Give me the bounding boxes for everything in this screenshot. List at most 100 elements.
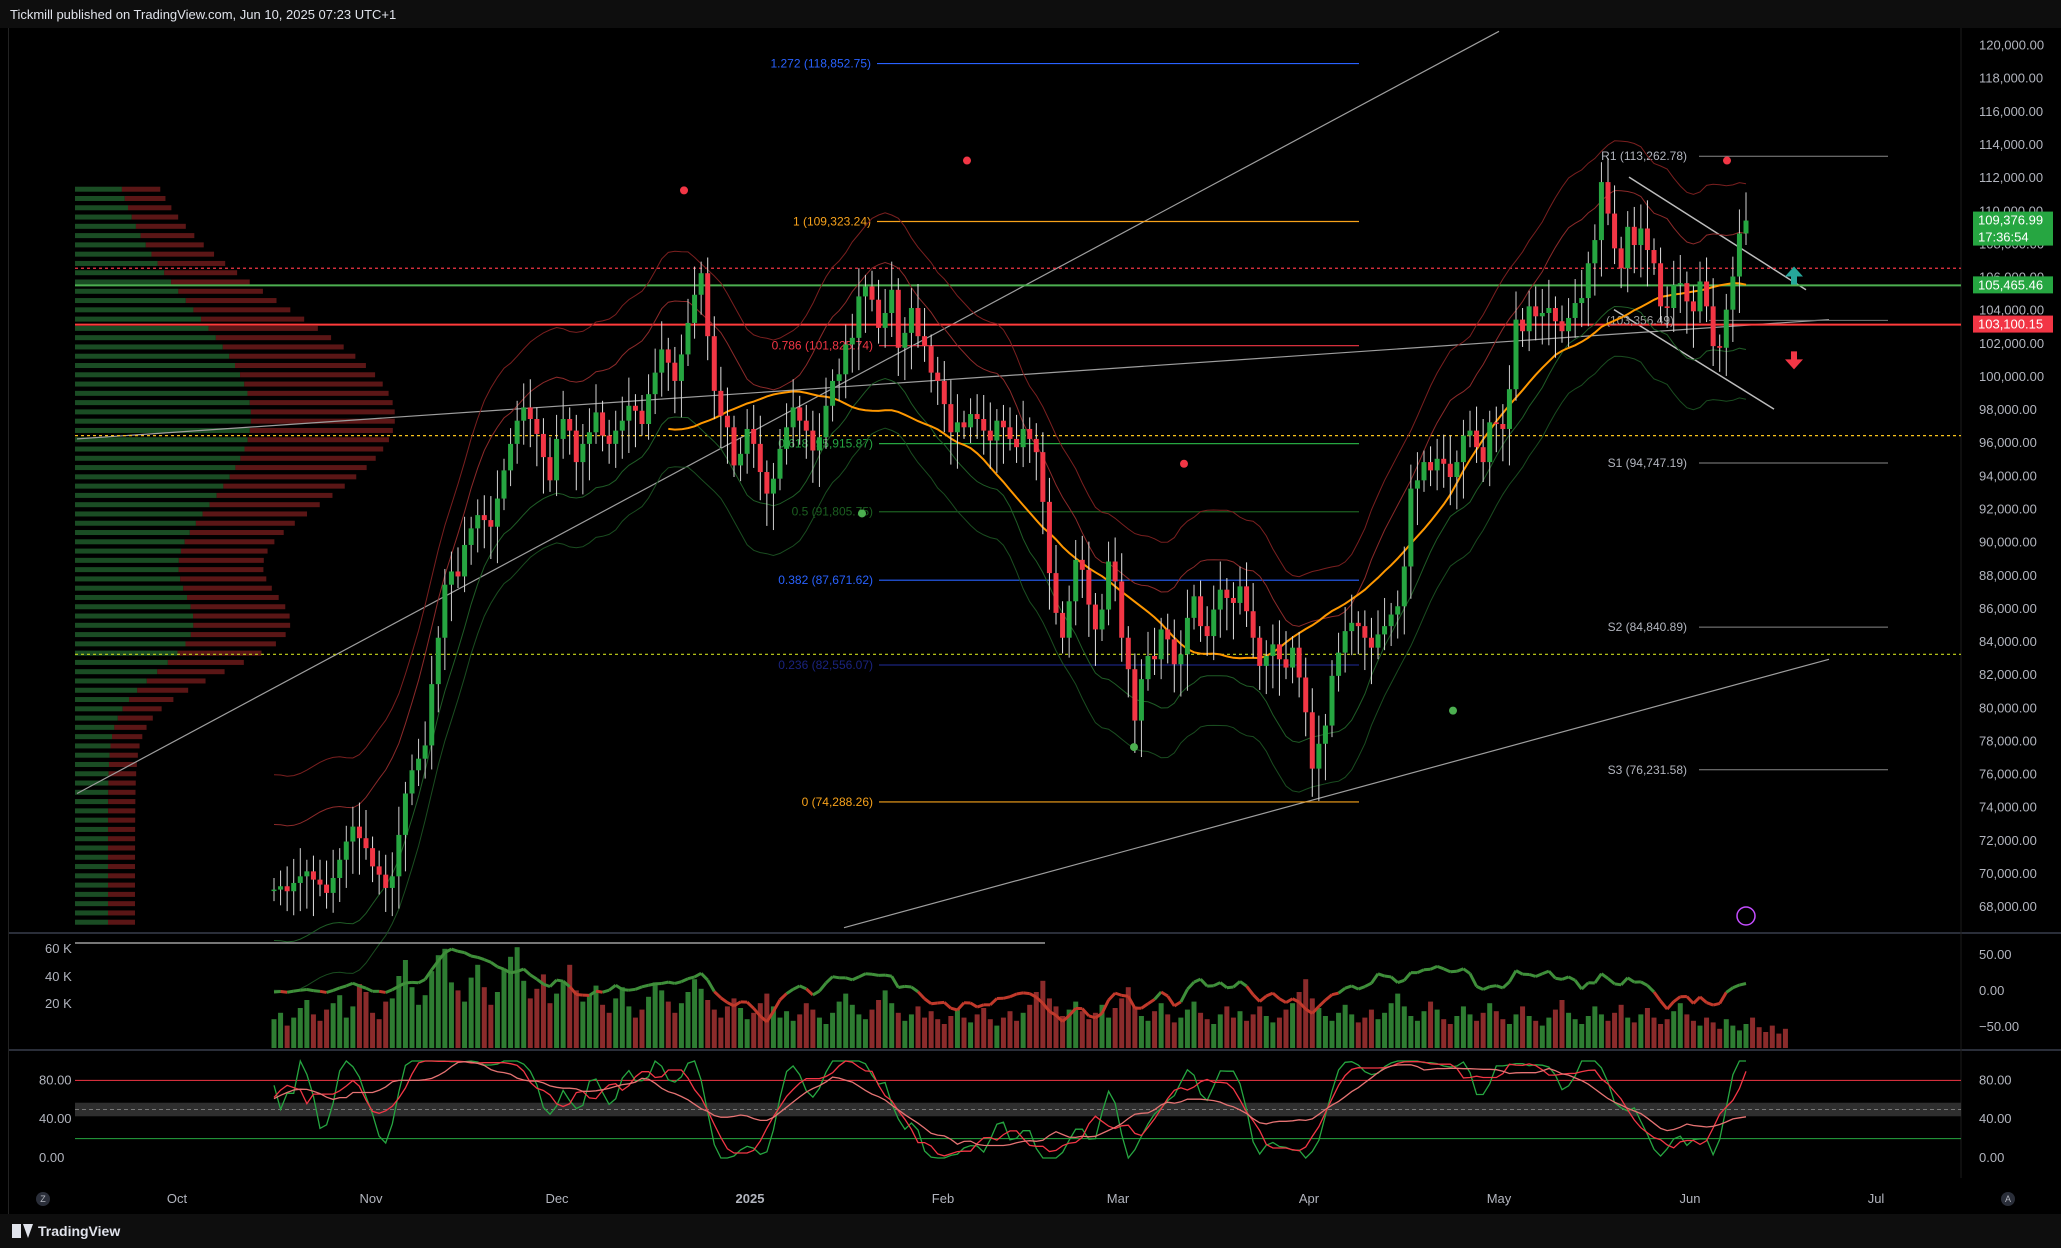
volume-bar <box>1546 1017 1552 1048</box>
momentum-line-segment <box>832 975 840 980</box>
volume-profile-bar <box>75 214 132 220</box>
candle-body <box>672 362 678 381</box>
volume-profile-bar <box>108 845 136 851</box>
zoom-reset-button[interactable]: Z <box>36 1192 50 1206</box>
candle-body <box>1178 654 1184 665</box>
volume-bar <box>1677 1003 1683 1048</box>
volume-bar <box>1401 1006 1407 1048</box>
momentum-line-segment <box>1468 972 1478 988</box>
volume-bar <box>343 1017 349 1048</box>
volume-bar <box>501 969 507 1048</box>
candle-body <box>1447 463 1453 478</box>
lightning-icon <box>1736 906 1756 926</box>
candle-body <box>711 336 717 391</box>
momentum-line-segment <box>490 961 499 969</box>
volume-profile-bar <box>178 557 264 563</box>
volume-bar <box>613 998 619 1048</box>
candle-body <box>1237 586 1243 603</box>
volume-profile-bar <box>178 288 263 294</box>
volume-profile-bar <box>108 864 136 870</box>
volume-bar <box>1480 1012 1486 1048</box>
candle-body <box>383 874 389 888</box>
publisher-text: Tickmill published on TradingView.com, J… <box>10 7 397 22</box>
volume-profile-bar <box>108 826 136 832</box>
candle-body <box>1474 430 1480 448</box>
pivot-label: S3 (76,231.58) <box>1608 763 1687 777</box>
volume-bar <box>494 992 500 1048</box>
volume-profile-bar <box>75 548 181 554</box>
chart-area[interactable]: 120,000.00 118,000.00 116,000.00 114,000.00… <box>8 28 2061 1214</box>
momentum-line-segment <box>1357 985 1366 991</box>
momentum-line-segment <box>824 975 834 985</box>
momentum-line-segment <box>1508 969 1518 983</box>
volume-bar <box>1250 1014 1256 1048</box>
momentum-line-segment <box>1547 970 1557 980</box>
volume-profile-bar <box>75 325 209 331</box>
momentum-line-segment <box>674 980 682 985</box>
volume-bar <box>777 1017 783 1048</box>
candle-body <box>1263 655 1269 666</box>
momentum-line-segment <box>1652 991 1662 1002</box>
volume-profile-bar <box>75 743 111 749</box>
volume-bar <box>1270 1022 1276 1048</box>
auto-scale-button[interactable]: A <box>2001 1192 2015 1206</box>
momentum-line-segment <box>293 988 301 993</box>
volume-profile-bar <box>244 446 384 452</box>
price-chart[interactable]: 120,000.00 118,000.00 116,000.00 114,000.00… <box>9 28 2061 1214</box>
volume-profile-bar <box>75 864 109 870</box>
candle-body <box>1198 596 1204 627</box>
volume-profile-bar <box>75 669 158 675</box>
volume-bar <box>1428 1001 1434 1048</box>
candle-body <box>869 286 875 300</box>
momentum-line-segment <box>687 975 695 981</box>
volume-bar <box>560 982 566 1048</box>
momentum-line-segment <box>614 983 624 991</box>
momentum-line-segment <box>923 997 933 1005</box>
momentum-line-segment <box>667 980 676 985</box>
volume-bar <box>632 1017 638 1048</box>
candle-body <box>508 443 514 471</box>
volume-bar <box>1204 1019 1210 1048</box>
volume-profile-bar <box>75 363 236 369</box>
channel-line-lower <box>843 658 1830 929</box>
momentum-line-segment <box>930 1001 938 1006</box>
volume-profile-bar <box>75 734 113 740</box>
volume-bar <box>1119 998 1125 1048</box>
signal-dot <box>680 186 688 195</box>
volume-profile-bar <box>229 474 357 480</box>
candle-body <box>363 838 369 849</box>
volume-bar <box>1664 1019 1670 1048</box>
volume-profile-bar <box>75 381 245 387</box>
volume-bar <box>573 990 579 1048</box>
volume-bar <box>1368 1009 1374 1048</box>
momentum-line-segment <box>345 981 354 988</box>
x-tick-label: Jul <box>1868 1191 1885 1206</box>
momentum-line-segment <box>1607 977 1616 986</box>
volume-bar <box>639 1009 645 1048</box>
momentum-line-segment <box>522 967 532 977</box>
volume-bar <box>705 1000 711 1048</box>
volume-profile-bar <box>108 789 136 795</box>
volume-bar <box>1276 1017 1282 1048</box>
candle-body <box>475 515 481 529</box>
volume-profile-bar <box>75 706 123 712</box>
volume-profile-bar <box>216 492 333 498</box>
volume-bar <box>915 1006 921 1048</box>
volume-bar <box>534 988 540 1048</box>
candle-body <box>521 407 527 421</box>
volume-bar <box>1283 1009 1289 1048</box>
volume-profile-bar <box>108 919 136 925</box>
momentum-line-segment <box>556 978 564 983</box>
candle-body <box>1625 226 1631 269</box>
volume-bar <box>1671 1011 1677 1048</box>
candle-body <box>1290 647 1296 668</box>
volume-profile-bar <box>75 873 109 879</box>
volume-profile-bar <box>244 381 383 387</box>
volume-profile-bar <box>209 502 320 508</box>
candle-body <box>1684 283 1690 302</box>
candle-body <box>830 380 836 406</box>
volume-bar <box>1322 1016 1328 1048</box>
candle-body <box>1316 743 1322 769</box>
volume-bar <box>1434 1009 1440 1048</box>
y-tick-label: 90,000.00 <box>1979 535 2037 550</box>
